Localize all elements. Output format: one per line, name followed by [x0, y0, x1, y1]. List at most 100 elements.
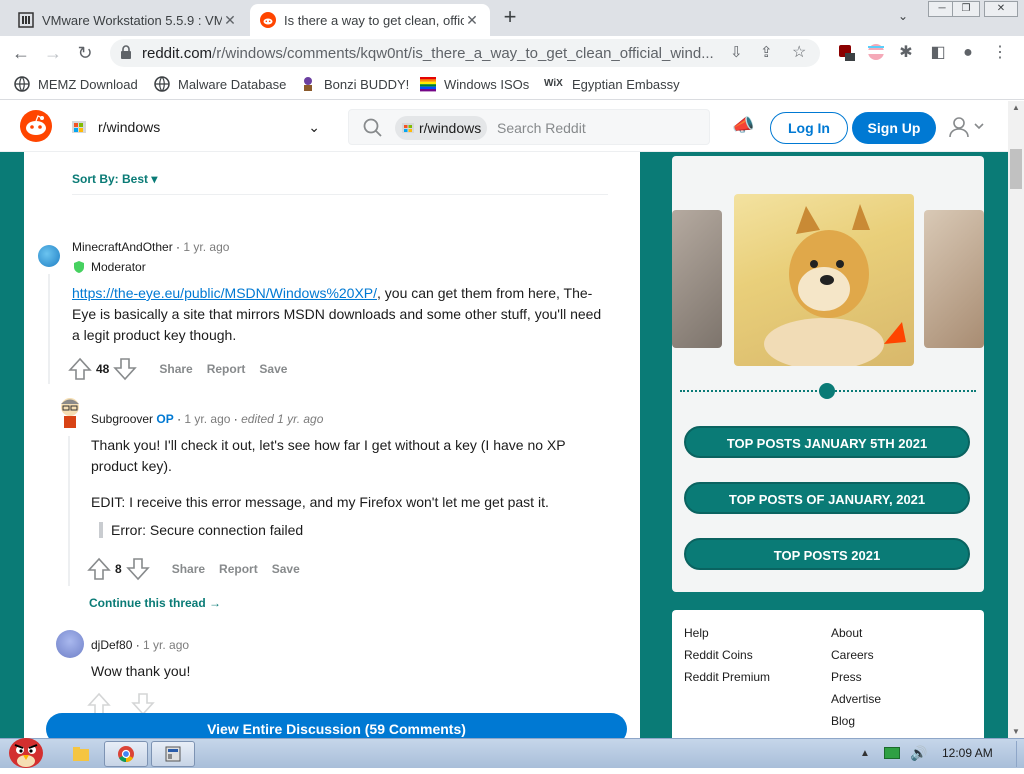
share-button[interactable]: Share [159, 362, 192, 376]
comment-time[interactable]: 1 yr. ago [184, 412, 230, 426]
comment-time[interactable]: 1 yr. ago [143, 638, 189, 652]
application-icon [165, 746, 181, 762]
tray-arrow-icon[interactable]: ▲ [860, 748, 870, 759]
report-button[interactable]: Report [219, 562, 258, 576]
search-community-chip[interactable]: r/windows [395, 116, 488, 140]
close-window-button[interactable]: ✕ [984, 1, 1018, 17]
extension-flag-icon[interactable] [866, 43, 886, 63]
forward-button[interactable]: → [40, 40, 66, 66]
bookmark-memz[interactable]: MEMZ Download [14, 76, 138, 92]
share-button[interactable]: Share [172, 562, 205, 576]
signup-button[interactable]: Sign Up [852, 112, 936, 144]
top-posts-day-button[interactable]: TOP POSTS JANUARY 5TH 2021 [684, 426, 970, 458]
comment-time[interactable]: 1 yr. ago [183, 240, 229, 254]
app-taskbar-button[interactable] [151, 741, 195, 767]
chrome-taskbar-button[interactable] [104, 741, 148, 767]
community-widget: TOP POSTS JANUARY 5TH 2021 TOP POSTS OF … [672, 156, 984, 592]
explorer-icon[interactable] [72, 745, 90, 768]
carousel-indicator[interactable] [819, 383, 835, 399]
reddit-logo[interactable] [20, 110, 52, 142]
comment-author[interactable]: djDef80 [91, 638, 132, 652]
footer-link-coins[interactable]: Reddit Coins [684, 648, 753, 662]
reload-button[interactable]: ↻ [72, 40, 98, 66]
caret-down-icon: ▾ [151, 172, 158, 186]
comment-actions: 48 Share Report Save [68, 357, 287, 381]
taskbar-clock[interactable]: 12:09 AM [942, 746, 993, 760]
carousel-image-next[interactable] [924, 210, 984, 348]
restore-button[interactable]: ❐ [952, 1, 980, 17]
login-button[interactable]: Log In [770, 112, 848, 144]
top-posts-year-button[interactable]: TOP POSTS 2021 [684, 538, 970, 570]
sort-dropdown[interactable]: Sort By: Best ▾ [72, 172, 157, 186]
upvote-icon[interactable] [68, 357, 92, 381]
close-icon[interactable]: ✕ [222, 12, 238, 29]
thread-line[interactable] [68, 436, 70, 586]
upvote-icon[interactable] [87, 557, 111, 581]
profile-icon[interactable]: ● [958, 43, 978, 63]
globe-icon [14, 76, 30, 92]
bookmark-egyptian-embassy[interactable]: WiX Egyptian Embassy [544, 76, 680, 92]
bookmark-star-icon[interactable]: ☆ [792, 42, 806, 62]
avatar[interactable] [38, 245, 60, 267]
avatar[interactable] [58, 396, 82, 430]
top-posts-month-button[interactable]: TOP POSTS OF JANUARY, 2021 [684, 482, 970, 514]
tab-vmware[interactable]: VMware Workstation 5.5.9 : VMware ✕ [8, 4, 248, 36]
comment-link[interactable]: https://the-eye.eu/public/MSDN/Windows%2… [72, 285, 377, 301]
op-badge: OP [156, 412, 174, 426]
bookmark-malware-database[interactable]: Malware Database [154, 76, 286, 92]
comment-body: Wow thank you! [91, 663, 191, 679]
side-panel-icon[interactable]: ◧ [928, 43, 948, 63]
volume-icon[interactable]: 🔊 [910, 745, 927, 762]
footer-link-careers[interactable]: Careers [831, 648, 874, 662]
share-icon[interactable]: ⇪ [760, 43, 773, 61]
new-tab-button[interactable]: + [498, 6, 522, 30]
back-button[interactable]: ← [8, 40, 34, 66]
footer-link-blog[interactable]: Blog [831, 714, 855, 728]
footer-link-press[interactable]: Press [831, 670, 862, 684]
scrollbar-thumb[interactable] [1010, 149, 1022, 189]
carousel-image-doge[interactable] [734, 194, 914, 366]
extensions-puzzle-icon[interactable]: ✱ [896, 43, 916, 63]
footer-link-premium[interactable]: Reddit Premium [684, 670, 770, 684]
tab-reddit[interactable]: Is there a way to get clean, official Wi… [250, 4, 490, 36]
downvote-icon[interactable] [125, 557, 150, 581]
scroll-down-icon[interactable]: ▼ [1012, 727, 1020, 736]
menu-icon[interactable]: ⋮ [990, 43, 1010, 63]
reddit-icon [260, 12, 276, 28]
downvote-icon[interactable] [113, 357, 138, 381]
battery-icon[interactable] [884, 747, 900, 759]
page-scrollbar[interactable]: ▲ ▼ [1008, 101, 1024, 738]
browser-toolbar: ← → ↻ reddit.com/r/windows/comments/kqw0… [0, 36, 1024, 70]
footer-link-about[interactable]: About [831, 626, 862, 640]
tab-title: Is there a way to get clean, official Wi… [284, 12, 464, 28]
address-bar[interactable]: reddit.com/r/windows/comments/kqw0nt/is_… [110, 39, 820, 67]
reddit-alien-icon [26, 115, 46, 135]
avatar[interactable] [56, 630, 84, 658]
save-button[interactable]: Save [272, 562, 300, 576]
save-button[interactable]: Save [259, 362, 287, 376]
vote-count: 48 [96, 362, 110, 376]
scroll-up-icon[interactable]: ▲ [1012, 103, 1020, 112]
report-button[interactable]: Report [207, 362, 246, 376]
tab-search-icon[interactable]: ⌄ [898, 9, 908, 23]
bookmark-bonzi-buddy[interactable]: Bonzi BUDDY! [300, 76, 409, 92]
comment-author[interactable]: Subgroover [91, 412, 153, 426]
footer-link-help[interactable]: Help [684, 626, 709, 640]
thread-line[interactable] [48, 274, 50, 384]
footer-link-advertise[interactable]: Advertise [831, 692, 881, 706]
advertise-megaphone-icon[interactable]: 📣 [732, 115, 754, 136]
comment-author[interactable]: MinecraftAndOther [72, 240, 173, 254]
extension-badge-icon[interactable] [836, 43, 856, 63]
chrome-icon [118, 746, 134, 763]
search-input[interactable]: r/windows Search Reddit [348, 109, 710, 145]
snoo-avatar-icon [61, 398, 79, 428]
continue-thread-link[interactable]: Continue this thread → [89, 596, 221, 610]
comment-meta: djDef80 · 1 yr. ago [91, 638, 190, 652]
show-desktop-button[interactable] [1016, 741, 1024, 767]
user-menu[interactable] [948, 115, 988, 144]
subreddit-selector[interactable]: r/windows ⌄ [70, 109, 330, 145]
install-icon[interactable]: ⇩ [730, 43, 743, 61]
bookmark-windows-isos[interactable]: Windows ISOs [420, 76, 529, 92]
close-icon[interactable]: ✕ [464, 12, 480, 29]
carousel-image-prev[interactable] [672, 210, 722, 348]
